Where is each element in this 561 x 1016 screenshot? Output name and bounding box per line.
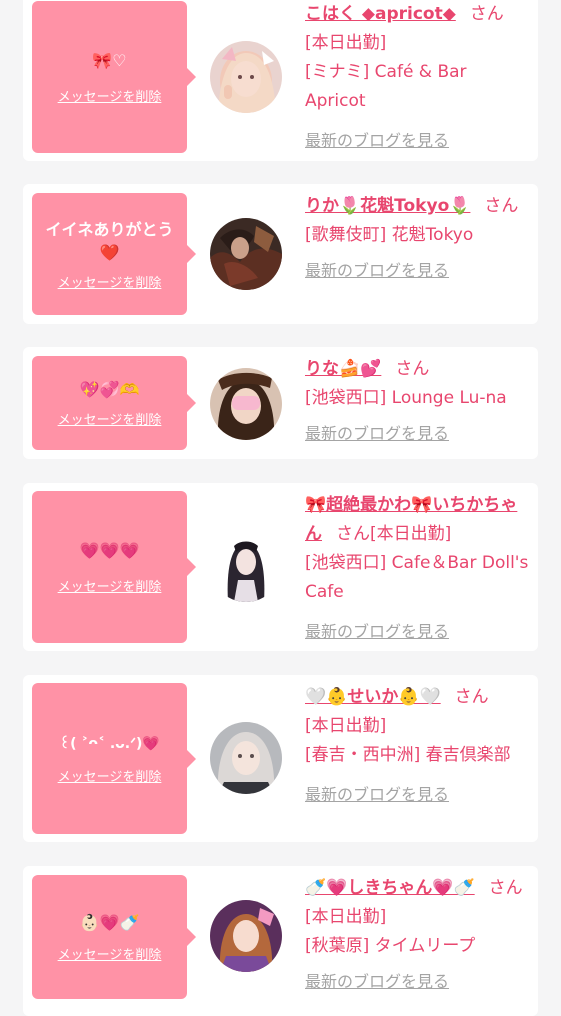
attendance-status: [本日出勤] — [305, 907, 387, 927]
name-line: 🤍👶せいか👶🤍 さん — [305, 683, 531, 712]
avatar-ichika[interactable] — [210, 530, 282, 602]
latest-blog-link[interactable]: 最新のブログを見る — [305, 617, 449, 646]
message-card: ꒰( ˃ᴖ˂ .ᴗ.ᐟ)💗 メッセージを削除 🤍👶せいか👶🤍 さん [本日出勤] … — [23, 675, 538, 842]
avatar-image — [210, 530, 282, 602]
avatar-image — [210, 218, 282, 290]
cast-info: 🤍👶せいか👶🤍 さん [本日出勤] [春吉・西中洲] 春吉倶楽部 最新のブログを見… — [305, 683, 531, 810]
shop-name: [池袋西口] Lounge Lu-na — [305, 388, 507, 408]
message-bubble: 👶🏻💗🍼 メッセージを削除 — [32, 875, 196, 999]
name-line: 🎀超絶最かわ🎀いちかちゃん さん[本日出勤] — [305, 491, 531, 549]
message-text: 💖💞🫶 — [79, 380, 140, 399]
delete-message-link[interactable]: メッセージを削除 — [58, 576, 162, 595]
honorific: さん — [454, 687, 489, 707]
honorific: さん — [488, 878, 523, 898]
avatar-image — [210, 900, 282, 972]
delete-message-link[interactable]: メッセージを削除 — [58, 944, 162, 963]
cast-name-link[interactable]: こはく ◆apricot◆ — [305, 4, 456, 24]
latest-blog-link[interactable]: 最新のブログを見る — [305, 126, 449, 155]
message-card: 🎀♡ メッセージを削除 こはく ◆apricot◆ さん [本日出勤] [ミナミ]… — [23, 0, 538, 161]
attendance-status: [本日出勤] — [305, 33, 387, 53]
avatar-kohaku[interactable] — [210, 41, 282, 113]
cast-info: 🎀超絶最かわ🎀いちかちゃん さん[本日出勤] [池袋西口] Cafe＆Bar Do… — [305, 491, 531, 647]
cast-info: 🍼💗しきちゃん💗🍼 さん [本日出勤] [秋葉原] タイムリープ 最新のブログを見る — [305, 874, 531, 997]
message-bubble: 💗💗💗 メッセージを削除 — [32, 491, 196, 643]
shop-name: [春吉・西中洲] 春吉倶楽部 — [305, 745, 511, 765]
message-text: 💗💗💗 — [79, 541, 140, 560]
attendance-status: [本日出勤] — [370, 524, 452, 544]
avatar-image — [210, 41, 282, 113]
message-card: 💖💞🫶 メッセージを削除 りな🍰💕 さん [池袋西口] Lounge Lu-na … — [23, 347, 538, 459]
message-card: 👶🏻💗🍼 メッセージを削除 🍼💗しきちゃん💗🍼 さん [本日出勤] [秋葉原] タイ… — [23, 866, 538, 1016]
message-text: 🎀♡ — [92, 51, 127, 70]
avatar-image — [210, 368, 282, 440]
cast-info: りな🍰💕 さん [池袋西口] Lounge Lu-na 最新のブログを見る — [305, 355, 531, 449]
name-line: 🍼💗しきちゃん💗🍼 さん [本日出勤] — [305, 874, 531, 932]
message-text: イイネありがとう❤️ — [45, 219, 174, 262]
honorific: さん — [336, 524, 370, 544]
avatar-image — [210, 722, 282, 794]
avatar-rina[interactable] — [210, 368, 282, 440]
shop-name: [秋葉原] タイムリープ — [305, 936, 476, 956]
message-card: イイネありがとう❤️ メッセージを削除 りか🌷花魁Tokyo🌷 さん [歌舞伎町]… — [23, 184, 538, 324]
delete-message-link[interactable]: メッセージを削除 — [58, 409, 162, 428]
honorific: さん — [395, 359, 430, 379]
message-list: 🎀♡ メッセージを削除 こはく ◆apricot◆ さん [本日出勤] [ミナミ]… — [0, 0, 561, 1016]
message-card: 💗💗💗 メッセージを削除 🎀超絶最かわ🎀いちかちゃん さん[本日出勤] [池袋西口… — [23, 483, 538, 651]
message-bubble: イイネありがとう❤️ メッセージを削除 — [32, 193, 196, 315]
shop-name: [池袋西口] Cafe＆Bar Doll's Cafe — [305, 553, 529, 602]
message-text: ꒰( ˃ᴖ˂ .ᴗ.ᐟ)💗 — [59, 735, 160, 752]
latest-blog-link[interactable]: 最新のブログを見る — [305, 256, 449, 285]
cast-name-link[interactable]: 🤍👶せいか👶🤍 — [305, 687, 441, 707]
message-bubble: ꒰( ˃ᴖ˂ .ᴗ.ᐟ)💗 メッセージを削除 — [32, 683, 196, 834]
cast-info: りか🌷花魁Tokyo🌷 さん [歌舞伎町] 花魁Tokyo 最新のブログを見る — [305, 192, 531, 286]
attendance-status: [本日出勤] — [305, 716, 387, 736]
avatar-seika[interactable] — [210, 722, 282, 794]
honorific: さん — [484, 196, 519, 216]
shop-name: [ミナミ] Café & Bar Apricot — [305, 62, 467, 111]
cast-name-link[interactable]: りか🌷花魁Tokyo🌷 — [305, 196, 470, 216]
latest-blog-link[interactable]: 最新のブログを見る — [305, 419, 449, 448]
latest-blog-link[interactable]: 最新のブログを見る — [305, 967, 449, 996]
honorific: さん — [469, 4, 504, 24]
name-line: りな🍰💕 さん — [305, 355, 531, 384]
cast-name-link[interactable]: りな🍰💕 — [305, 359, 381, 379]
message-bubble: 🎀♡ メッセージを削除 — [32, 1, 196, 153]
delete-message-link[interactable]: メッセージを削除 — [58, 272, 162, 291]
delete-message-link[interactable]: メッセージを削除 — [58, 766, 162, 785]
message-bubble: 💖💞🫶 メッセージを削除 — [32, 356, 196, 450]
avatar-rika[interactable] — [210, 218, 282, 290]
shop-name: [歌舞伎町] 花魁Tokyo — [305, 225, 474, 245]
avatar-shiki[interactable] — [210, 900, 282, 972]
message-text: 👶🏻💗🍼 — [79, 913, 140, 932]
cast-name-link[interactable]: 🍼💗しきちゃん💗🍼 — [305, 878, 475, 898]
delete-message-link[interactable]: メッセージを削除 — [58, 86, 162, 105]
name-line: りか🌷花魁Tokyo🌷 さん — [305, 192, 531, 221]
name-line: こはく ◆apricot◆ さん — [305, 0, 531, 29]
cast-info: こはく ◆apricot◆ さん [本日出勤] [ミナミ] Café & Bar … — [305, 0, 531, 156]
latest-blog-link[interactable]: 最新のブログを見る — [305, 780, 449, 809]
